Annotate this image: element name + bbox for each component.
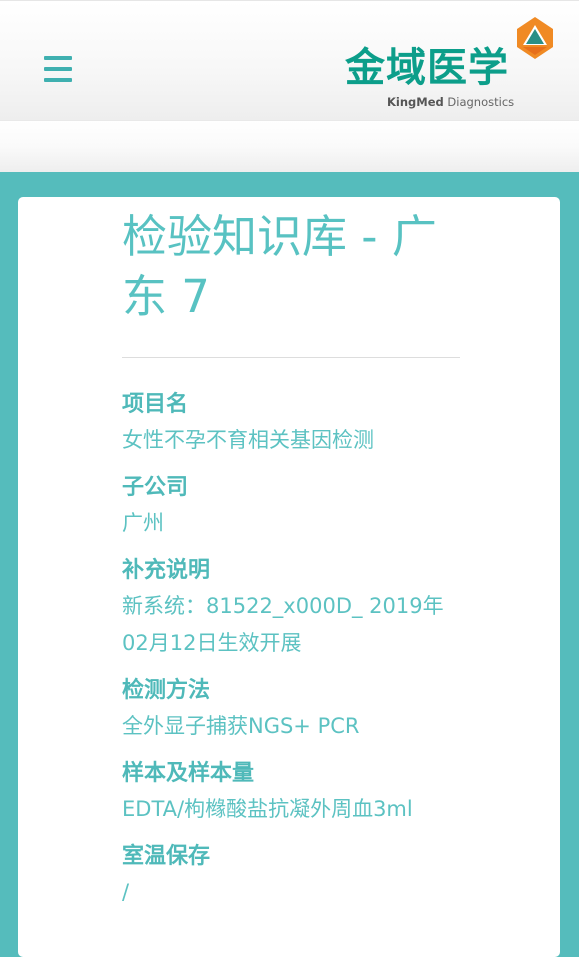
detail-content: 检验知识库 - 广东 7 项目名 女性不孕不育相关基因检测 子公司 广州 补充说… xyxy=(122,197,462,911)
logo-diagnostics-text: Diagnostics xyxy=(443,95,515,109)
logo-brand-text: KingMed xyxy=(387,95,444,109)
field-label: 补充说明 xyxy=(122,558,211,583)
field-project-name: 项目名 女性不孕不育相关基因检测 xyxy=(122,388,462,459)
hamburger-menu-icon[interactable] xyxy=(44,56,72,82)
menu-bar xyxy=(44,67,72,71)
site-header: 金域医学 KingMed Diagnostics xyxy=(0,0,579,120)
field-value: 新系统：81522_x000D_ 2019年02月12日生效开展 xyxy=(122,594,444,655)
field-label: 项目名 xyxy=(122,392,189,417)
title-divider xyxy=(122,357,460,358)
field-sample: 样本及样本量 EDTA/枸橼酸盐抗凝外周血3ml xyxy=(122,757,462,828)
field-supplementary-note: 补充说明 新系统：81522_x000D_ 2019年02月12日生效开展 xyxy=(122,554,462,662)
field-value: 女性不孕不育相关基因检测 xyxy=(122,428,374,452)
sub-navigation-bar xyxy=(0,120,579,172)
menu-bar xyxy=(44,78,72,82)
field-value: EDTA/枸橼酸盐抗凝外周血3ml xyxy=(122,797,413,821)
detail-card: 检验知识库 - 广东 7 项目名 女性不孕不育相关基因检测 子公司 广州 补充说… xyxy=(18,197,560,957)
field-test-method: 检测方法 全外显子捕获NGS+ PCR xyxy=(122,674,462,745)
field-value: 广州 xyxy=(122,511,164,535)
kingmed-logo-mark-icon xyxy=(517,17,553,59)
field-label: 样本及样本量 xyxy=(122,761,255,786)
logo-english-name: KingMed Diagnostics xyxy=(387,95,514,109)
field-value: / xyxy=(122,880,130,904)
page-title: 检验知识库 - 广东 7 xyxy=(122,210,437,323)
field-label: 室温保存 xyxy=(122,844,211,869)
field-label: 检测方法 xyxy=(122,678,211,703)
field-subsidiary: 子公司 广州 xyxy=(122,471,462,542)
logo-chinese-name: 金域医学 xyxy=(345,45,509,91)
field-value: 全外显子捕获NGS+ PCR xyxy=(122,714,360,738)
menu-bar xyxy=(44,56,72,60)
kingmed-logo[interactable]: 金域医学 KingMed Diagnostics xyxy=(345,15,560,115)
field-label: 子公司 xyxy=(122,475,189,500)
field-room-temp-storage: 室温保存 / xyxy=(122,840,462,911)
